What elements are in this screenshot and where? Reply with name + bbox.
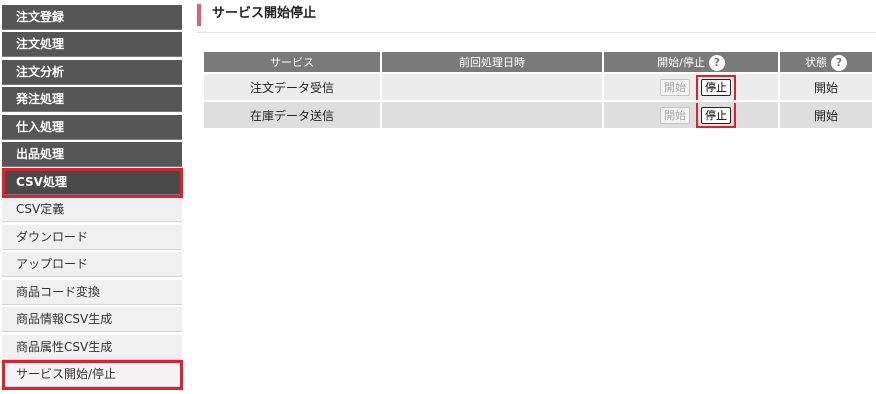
title-divider	[197, 32, 876, 33]
highlight-stop-button: 停止	[696, 74, 736, 100]
sidebar-subitem-download[interactable]: ダウンロード	[2, 225, 182, 250]
service-name-cell: 注文データ受信	[204, 74, 380, 100]
page-header: サービス開始停止	[197, 4, 876, 26]
sidebar-item-label: 出品処理	[16, 147, 65, 161]
sidebar-subitem-product-code-conversion[interactable]: 商品コード変換	[2, 280, 182, 305]
page-title: サービス開始停止	[212, 6, 317, 21]
start-button: 開始	[660, 106, 690, 124]
sidebar-item-listing[interactable]: 出品処理	[2, 142, 182, 167]
sidebar-item-label: ダウンロード	[16, 230, 89, 244]
title-accent-bar	[197, 4, 201, 26]
sidebar-item-label: 注文登録	[16, 10, 65, 24]
sidebar-item-purchase-order[interactable]: 発注処理	[2, 87, 182, 112]
service-table: サービス 前回処理日時 開始/停止? 状態? 注文データ受信 開始 停止 開始 在…	[202, 50, 874, 130]
sidebar-item-label: 商品属性CSV生成	[16, 340, 113, 354]
sidebar-item-label: 発注処理	[16, 92, 65, 106]
sidebar-item-label: CSV処理	[16, 175, 67, 189]
sidebar-item-label: サービス開始/停止	[16, 367, 117, 381]
sidebar-subitem-service-start-stop[interactable]: サービス開始/停止	[2, 362, 182, 387]
sidebar-subitem-upload[interactable]: アップロード	[2, 252, 182, 277]
sidebar-item-label: CSV定義	[16, 202, 65, 216]
start-button: 開始	[660, 78, 690, 96]
stop-button[interactable]: 停止	[701, 106, 731, 124]
sidebar-subitem-csv-definition[interactable]: CSV定義	[2, 197, 182, 222]
status-cell: 開始	[780, 102, 872, 128]
sidebar-item-order-entry[interactable]: 注文登録	[2, 5, 182, 30]
column-header-service: サービス	[204, 52, 380, 72]
sidebar-item-stock-in[interactable]: 仕入処理	[2, 115, 182, 140]
start-stop-cell: 開始 停止	[604, 74, 778, 100]
table-header-row: サービス 前回処理日時 開始/停止? 状態?	[204, 52, 872, 72]
table-row: 在庫データ送信 開始 停止 開始	[204, 102, 872, 128]
last-run-cell	[382, 74, 602, 100]
sidebar-item-label: アップロード	[16, 257, 89, 271]
sidebar-subitem-product-info-csv[interactable]: 商品情報CSV生成	[2, 307, 182, 332]
start-stop-cell: 開始 停止	[604, 102, 778, 128]
stop-button[interactable]: 停止	[701, 78, 731, 96]
help-icon[interactable]: ?	[708, 54, 725, 71]
service-name-cell: 在庫データ送信	[204, 102, 380, 128]
sidebar-item-label: 商品コード変換	[16, 285, 101, 299]
sidebar-item-label: 注文処理	[16, 37, 65, 51]
column-header-status: 状態?	[780, 52, 872, 72]
table-row: 注文データ受信 開始 停止 開始	[204, 74, 872, 100]
help-icon[interactable]: ?	[831, 54, 847, 71]
sidebar-item-label: 商品情報CSV生成	[16, 312, 113, 326]
highlight-stop-button: 停止	[696, 102, 736, 128]
sidebar-subitem-product-attr-csv[interactable]: 商品属性CSV生成	[2, 335, 182, 360]
sidebar-item-csv-processing[interactable]: CSV処理	[2, 170, 182, 195]
column-header-start-stop: 開始/停止?	[604, 52, 778, 72]
app-layout: 注文登録 注文処理 注文分析 発注処理 仕入処理 出品処理 CSV処理 CSV定…	[0, 0, 876, 394]
status-cell: 開始	[780, 74, 872, 100]
sidebar-item-order-processing[interactable]: 注文処理	[2, 32, 182, 57]
last-run-cell	[382, 102, 602, 128]
sidebar-item-order-analysis[interactable]: 注文分析	[2, 60, 182, 85]
sidebar-item-label: 仕入処理	[16, 120, 65, 134]
column-header-last-run: 前回処理日時	[382, 52, 602, 72]
sidebar-item-label: 注文分析	[16, 65, 65, 79]
sidebar: 注文登録 注文処理 注文分析 発注処理 仕入処理 出品処理 CSV処理 CSV定…	[0, 0, 183, 394]
